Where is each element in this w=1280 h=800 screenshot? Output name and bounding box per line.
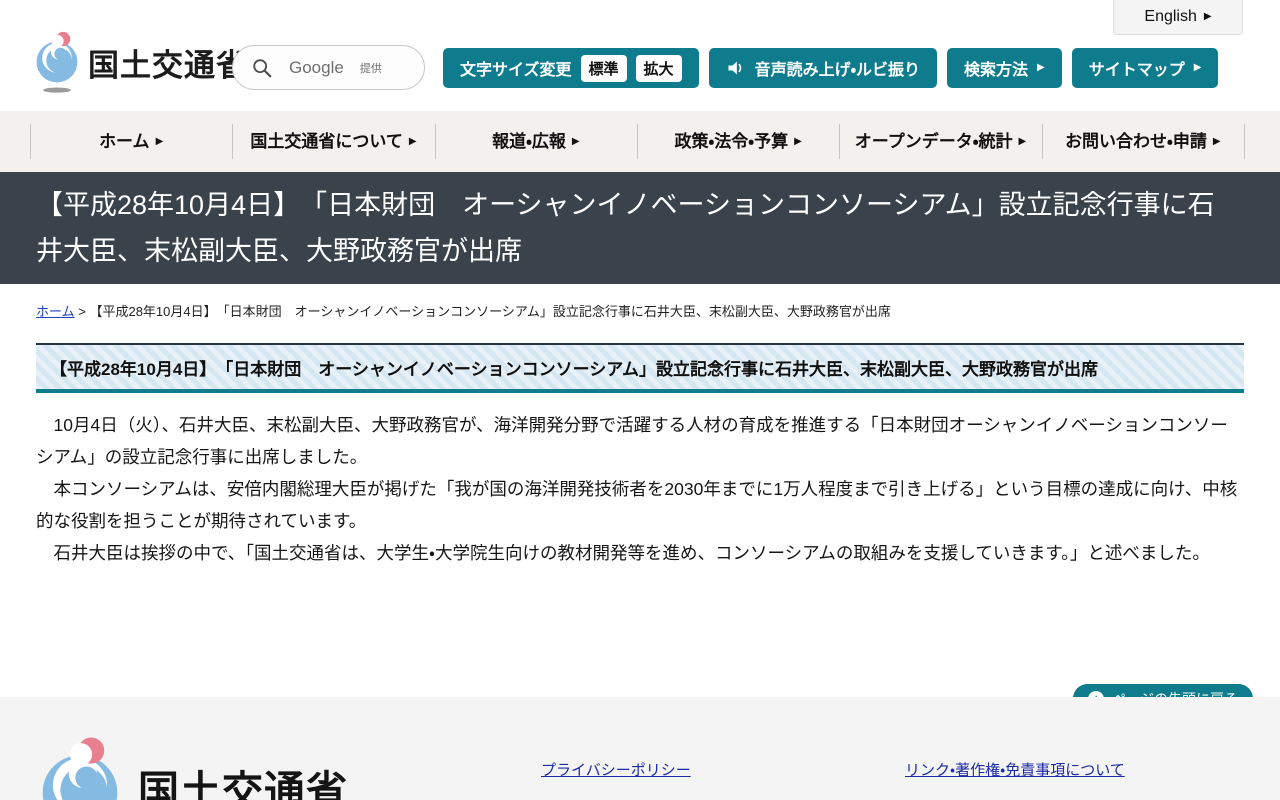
breadcrumb: ホーム > 【平成28年10月4日】 「日本財団 オーシャンイノベーションコンソ… (36, 301, 1244, 320)
page-title: 【平成28年10月4日】 「日本財団 オーシャンイノベーションコンソーシアム」設… (36, 182, 1240, 274)
breadcrumb-current: 【平成28年10月4日】 「日本財団 オーシャンイノベーションコンソーシアム」設… (89, 304, 890, 319)
copyright-disclaimer-link[interactable]: リンク・著作権・免責事項について (905, 759, 1125, 780)
privacy-policy-link[interactable]: プライバシーポリシー (541, 759, 691, 780)
nav-item-label: お問い合わせ・申請 (1065, 131, 1207, 152)
site-logo-text: 国土交通省 (88, 40, 248, 85)
page-title-banner: 【平成28年10月4日】 「日本財団 オーシャンイノベーションコンソーシアム」設… (0, 172, 1280, 284)
article-paragraph: 石井大臣は挨拶の中で、「国土交通省は、大学生・大学院生向けの教材開発等を進め、コ… (36, 537, 1244, 569)
article-heading-text: 【平成28年10月4日】 「日本財団 オーシャンイノベーションコンソーシアム」設… (50, 360, 1098, 379)
arrow-right-icon: ▶ (794, 137, 802, 147)
footer: 国土交通省 プライバシーポリシー リンク・著作権・免責事項について (0, 697, 1280, 800)
search-method-button[interactable]: 検索方法 ▶ (947, 48, 1062, 88)
nav-item-home[interactable]: ホーム ▶ (30, 111, 232, 172)
arrow-right-icon: ▶ (1194, 63, 1202, 73)
article-paragraph: 10月4日（火）、石井大臣、末松副大臣、大野政務官が、海洋開発分野で活躍する人材… (36, 409, 1244, 473)
breadcrumb-separator: > (78, 304, 86, 319)
main-content: ホーム > 【平成28年10月4日】 「日本財団 オーシャンイノベーションコンソ… (0, 301, 1280, 569)
search-icon (251, 57, 273, 79)
nav-item-about[interactable]: 国土交通省について ▶ (232, 111, 434, 172)
mlit-logo-icon (38, 729, 122, 800)
nav-item-label: オープンデータ・統計 (855, 131, 1013, 152)
footer-logo-text: 国土交通省 (138, 757, 348, 800)
article-heading: 【平成28年10月4日】 「日本財団 オーシャンイノベーションコンソーシアム」設… (36, 343, 1244, 393)
header: English ▶ 国土交通省 Google 提供 (0, 0, 1280, 111)
arrow-right-icon: ▶ (1204, 12, 1212, 22)
nav-item-label: 報道・広報 (492, 131, 566, 152)
speaker-icon (726, 58, 746, 78)
font-size-label: 文字サイズ変更 (460, 56, 572, 80)
nav-item-label: 国土交通省について (250, 131, 403, 152)
arrow-right-icon: ▶ (1213, 137, 1221, 147)
font-size-button-group: 文字サイズ変更 標準 拡大 (443, 48, 699, 88)
arrow-right-icon: ▶ (156, 137, 164, 147)
nav-item-label: ホーム (99, 131, 150, 152)
search-placeholder: Google (289, 58, 344, 78)
audio-reading-label: 音声読み上げ・ルビ振り (755, 56, 920, 80)
global-nav: ホーム ▶ 国土交通省について ▶ 報道・広報 ▶ 政策・法令・予算 ▶ オープ… (0, 111, 1280, 172)
site-logo[interactable]: 国土交通省 (34, 30, 248, 94)
audio-reading-button[interactable]: 音声読み上げ・ルビ振り (709, 48, 937, 88)
font-size-standard-button[interactable]: 標準 (581, 55, 627, 82)
arrow-right-icon: ▶ (572, 137, 580, 147)
search-method-label: 検索方法 (964, 56, 1028, 80)
nav-item-policy[interactable]: 政策・法令・予算 ▶ (637, 111, 839, 172)
article-body: 10月4日（火）、石井大臣、末松副大臣、大野政務官が、海洋開発分野で活躍する人材… (36, 409, 1244, 569)
nav-item-press[interactable]: 報道・広報 ▶ (435, 111, 637, 172)
arrow-right-icon: ▶ (409, 137, 417, 147)
header-buttons: 文字サイズ変更 標準 拡大 音声読み上げ・ルビ振り 検索方法 ▶ サイトマップ … (443, 48, 1218, 88)
article-paragraph: 本コンソーシアムは、安倍内閣総理大臣が掲げた「我が国の海洋開発技術者を2030年… (36, 473, 1244, 537)
sitemap-label: サイトマップ (1089, 56, 1185, 80)
nav-item-label: 政策・法令・予算 (675, 131, 789, 152)
search-provided-label: 提供 (360, 60, 382, 76)
english-button[interactable]: English ▶ (1113, 0, 1243, 35)
nav-item-open-data[interactable]: オープンデータ・統計 ▶ (839, 111, 1041, 172)
search-input[interactable]: Google 提供 (232, 45, 425, 90)
footer-logo[interactable]: 国土交通省 (38, 729, 348, 800)
font-size-large-button[interactable]: 拡大 (636, 55, 682, 82)
nav-item-contact[interactable]: お問い合わせ・申請 ▶ (1042, 111, 1244, 172)
sitemap-button[interactable]: サイトマップ ▶ (1072, 48, 1219, 88)
page: English ▶ 国土交通省 Google 提供 (0, 0, 1280, 800)
breadcrumb-home-link[interactable]: ホーム (36, 304, 75, 319)
arrow-right-icon: ▶ (1037, 63, 1045, 73)
mlit-logo-icon (34, 30, 80, 94)
arrow-right-icon: ▶ (1019, 137, 1027, 147)
english-button-label: English (1144, 8, 1196, 26)
